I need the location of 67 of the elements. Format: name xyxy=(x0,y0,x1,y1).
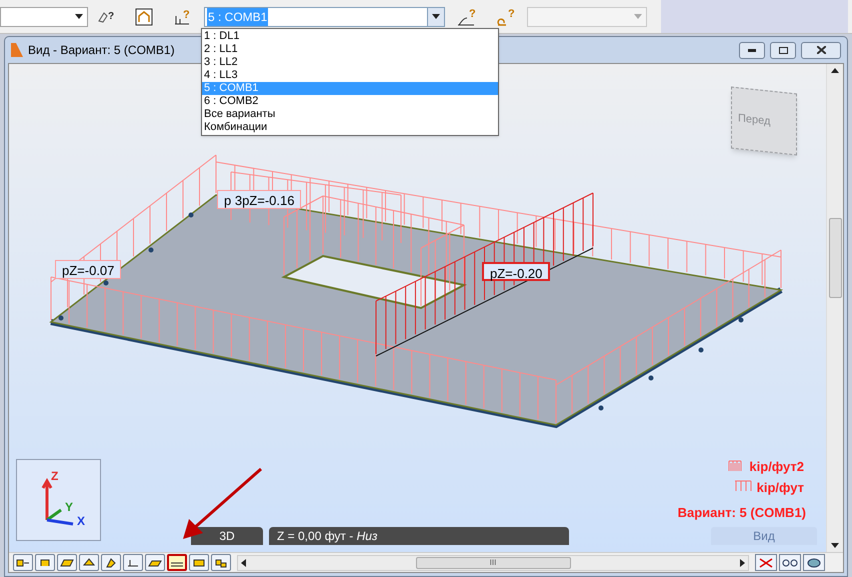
cube-face-label: Перед xyxy=(738,111,770,130)
axis-label: Z xyxy=(51,468,58,485)
dropdown-option[interactable]: 6 : COMB2 xyxy=(202,95,498,108)
caret-icon xyxy=(432,14,440,19)
display-mode-icon xyxy=(104,558,118,568)
restore-button[interactable] xyxy=(770,42,796,58)
display-mode-icon xyxy=(82,558,96,568)
view-toolbar-button[interactable] xyxy=(189,554,209,571)
window-title: Вид - Вариант: 5 (COMB1) xyxy=(28,42,175,59)
dropdown-button[interactable] xyxy=(427,8,444,26)
glasses-icon xyxy=(782,558,798,566)
scroll-thumb[interactable]: III xyxy=(416,556,570,568)
view-toolbar-button[interactable] xyxy=(57,554,77,571)
caret-icon xyxy=(634,14,642,19)
load-case-value: 5 : COMB1 xyxy=(207,8,268,26)
display-mode-icon xyxy=(60,558,74,568)
view-toolbar-button[interactable] xyxy=(211,554,231,571)
view-toolbar-button[interactable] xyxy=(13,554,33,571)
crossed-load-icon xyxy=(759,558,773,568)
app-logo-icon xyxy=(11,43,23,57)
dropdown-option[interactable]: Все варианты xyxy=(202,108,498,121)
scroll-thumb[interactable] xyxy=(828,218,842,298)
scroll-right-icon xyxy=(740,558,745,566)
restore-icon xyxy=(778,46,788,54)
view-toolbar-button[interactable] xyxy=(101,554,121,571)
view-toolbar-button[interactable] xyxy=(79,554,99,571)
frame-icon[interactable] xyxy=(134,6,154,26)
view-toolbar-button[interactable] xyxy=(123,554,143,571)
view-toolbar-button[interactable] xyxy=(145,554,165,571)
dropdown-option[interactable]: 5 : COMB1 xyxy=(202,82,498,95)
axis-label: Y xyxy=(65,499,74,516)
hide-loads-button[interactable] xyxy=(755,554,777,571)
load-value-label: p 3pZ=-0.16 xyxy=(217,190,302,209)
vertical-scrollbar[interactable] xyxy=(826,64,843,552)
dropdown-option[interactable]: 3 : LL2 xyxy=(202,56,498,69)
minimize-icon xyxy=(748,48,756,52)
close-icon xyxy=(816,46,826,54)
dropdown-option[interactable]: 2 : LL1 xyxy=(202,43,498,56)
eye-button[interactable] xyxy=(803,554,825,571)
display-mode-icon xyxy=(16,558,30,568)
display-mode-icon xyxy=(148,558,162,568)
scroll-left-icon xyxy=(241,558,246,566)
display-mode-icon xyxy=(38,558,52,568)
dropdown-option[interactable]: Комбинации xyxy=(202,121,498,134)
eye-icon xyxy=(807,558,821,568)
level-label: Z = 0,00 фут - Низ xyxy=(269,527,569,545)
combo-box[interactable] xyxy=(0,6,88,26)
close-button[interactable] xyxy=(801,42,841,58)
scroll-up-icon xyxy=(831,68,839,73)
glasses-button[interactable] xyxy=(779,554,801,571)
load-case-label: Вариант: 5 (COMB1) xyxy=(678,504,806,522)
caret-icon xyxy=(75,14,83,19)
legend-unit: kip/фут2 xyxy=(749,458,804,476)
display-mode-icon xyxy=(214,558,228,568)
axis-label: X xyxy=(77,513,86,530)
dropdown-option[interactable]: 1 : DL1 xyxy=(202,30,498,43)
display-mode-icon xyxy=(126,558,140,568)
scroll-down-icon xyxy=(831,543,839,548)
display-mode-icon xyxy=(192,558,206,568)
horizontal-scrollbar[interactable]: III xyxy=(237,554,749,570)
view-toolbar-button[interactable] xyxy=(35,554,55,571)
load-value-label: pZ=-0.20 xyxy=(482,262,550,281)
minimize-button[interactable] xyxy=(739,42,765,58)
view-toolbar-button[interactable] xyxy=(167,554,187,571)
dropdown-option[interactable]: 4 : LL3 xyxy=(202,69,498,82)
load-value-label: pZ=-0.07 xyxy=(55,260,122,279)
legend-unit: kip/фут xyxy=(756,478,804,497)
